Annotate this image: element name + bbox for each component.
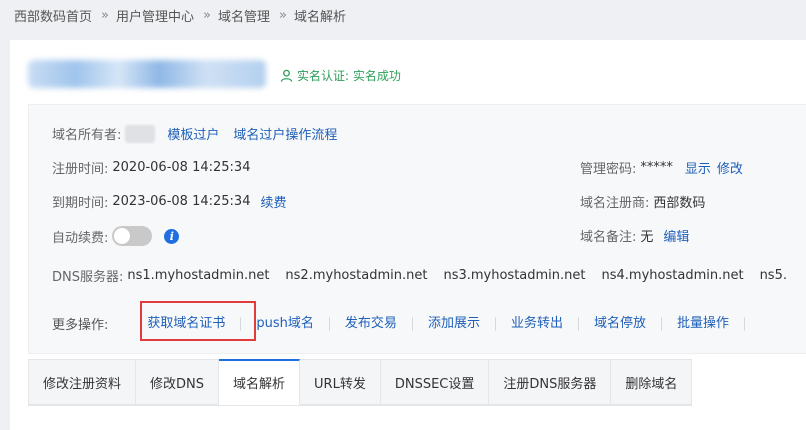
more-actions-label: 更多操作:: [52, 318, 109, 333]
transfer-template-link[interactable]: 模板过户: [167, 124, 219, 143]
owner-label: 域名所有者:: [52, 128, 122, 143]
registrar-row: 域名注册商: 西部数码: [580, 192, 705, 211]
verify-text: 实名认证: 实名成功: [297, 69, 401, 83]
toggle-knob: [114, 228, 131, 244]
verify-status: 实名认证: 实名成功: [280, 67, 401, 84]
exp-time-label: 到期时间:: [52, 196, 109, 211]
remark-value: 无: [640, 230, 654, 245]
domain-panel: 实名认证: 实名成功 域名所有者: 模板过户 域名过户操作流程 注册时间: 20…: [10, 40, 806, 430]
owner-avatar: [125, 124, 156, 143]
user-verified-icon: [280, 69, 293, 82]
domain-name-blurred: [28, 60, 266, 88]
transfer-out-button[interactable]: 业务转出: [496, 316, 579, 331]
domain-parking-button[interactable]: 域名停放: [579, 316, 662, 331]
transfer-flow-link[interactable]: 域名过户操作流程: [233, 124, 337, 143]
breadcrumb-user-center[interactable]: 用户管理中心: [116, 6, 194, 25]
auto-renew-toggle[interactable]: [112, 226, 153, 246]
tab-delete-domain[interactable]: 删除域名: [611, 359, 693, 405]
auto-renew-label: 自动续费:: [52, 230, 109, 246]
breadcrumb-domain-management[interactable]: 域名管理: [218, 6, 270, 25]
domain-tabs: 修改注册资料 修改DNS 域名解析 URL转发 DNSSEC设置 注册DNS服务…: [28, 359, 693, 406]
reg-time-value: 2020-06-08 14:25:34: [112, 160, 251, 175]
registrar-value: 西部数码: [653, 196, 706, 211]
tab-domain-resolution[interactable]: 域名解析: [219, 359, 301, 405]
tab-dnssec-settings[interactable]: DNSSEC设置: [380, 359, 490, 405]
edit-remark-link[interactable]: 编辑: [663, 226, 689, 245]
owner-row: 域名所有者: 模板过户 域名过户操作流程: [52, 124, 337, 143]
exp-time-value: 2023-06-08 14:25:34: [112, 194, 251, 209]
password-value: *****: [640, 160, 673, 175]
exp-time-row: 到期时间: 2023-06-08 14:25:34 续费: [52, 192, 286, 211]
breadcrumb-separator: »: [203, 8, 211, 23]
tab-modify-registration[interactable]: 修改注册资料: [28, 359, 137, 405]
dns-server: ns5.: [759, 268, 787, 283]
tab-register-dns-server[interactable]: 注册DNS服务器: [489, 359, 612, 405]
registrar-label: 域名注册商:: [580, 196, 650, 211]
breadcrumb-home[interactable]: 西部数码首页: [14, 6, 92, 25]
remark-label: 域名备注:: [580, 230, 637, 245]
dns-server: ns1.myhostadmin.net: [127, 268, 270, 283]
dns-server: ns3.myhostadmin.net: [443, 268, 586, 283]
breadcrumb-separator: »: [101, 8, 109, 23]
breadcrumb: 西部数码首页 » 用户管理中心 » 域名管理 » 域名解析: [14, 6, 346, 25]
info-icon[interactable]: i: [164, 228, 180, 244]
modify-password-link[interactable]: 修改: [717, 158, 743, 177]
dns-label: DNS服务器:: [52, 270, 124, 285]
breadcrumb-separator: »: [278, 8, 287, 23]
add-display-button[interactable]: 添加展示: [413, 316, 496, 331]
dns-server: ns4.myhostadmin.net: [601, 268, 744, 283]
password-row: 管理密码: ***** 显示 修改: [580, 158, 743, 177]
tab-modify-dns[interactable]: 修改DNS: [136, 359, 220, 405]
highlight-box: [140, 301, 256, 341]
publish-trade-button[interactable]: 发布交易: [330, 316, 413, 331]
batch-operation-button[interactable]: 批量操作: [662, 316, 745, 331]
renew-link[interactable]: 续费: [260, 192, 286, 211]
auto-renew-row: 自动续费: i: [52, 226, 180, 246]
reg-time-label: 注册时间:: [52, 162, 109, 177]
password-label: 管理密码:: [580, 162, 637, 177]
tab-url-forwarding[interactable]: URL转发: [300, 359, 381, 405]
remark-row: 域名备注: 无 编辑: [580, 226, 689, 245]
reg-time-row: 注册时间: 2020-06-08 14:25:34: [52, 158, 250, 177]
show-password-link[interactable]: 显示: [685, 158, 711, 177]
dns-row: DNS服务器: ns1.myhostadmin.net ns2.myhostad…: [52, 266, 803, 285]
dns-server: ns2.myhostadmin.net: [285, 268, 428, 283]
breadcrumb-domain-resolution: 域名解析: [293, 10, 346, 25]
